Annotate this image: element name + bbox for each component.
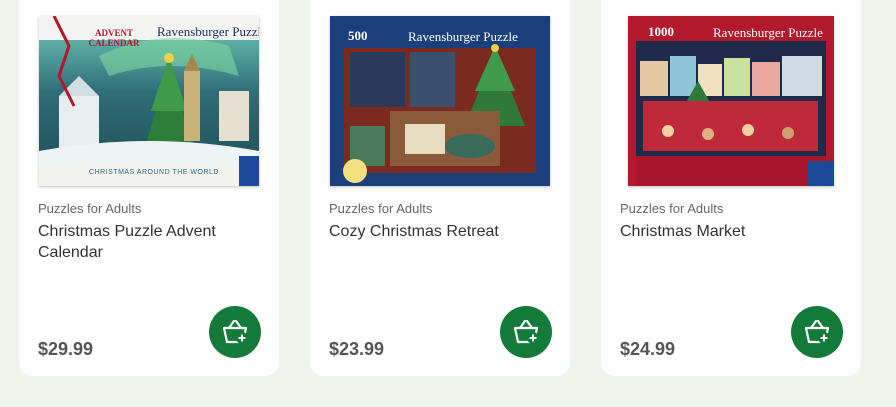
advent-scene-illustration [39, 16, 259, 186]
product-title[interactable]: Christmas Puzzle Advent Calendar [38, 221, 238, 263]
product-title[interactable]: Christmas Market [620, 221, 820, 242]
basket-add-icon [222, 319, 248, 344]
box-brand-label: Ravensburger Puzzle [408, 29, 518, 44]
advent-calendar-box-image: Ravensburger Puzzle ADVENT CALENDAR CHRI… [39, 16, 259, 186]
product-category: Puzzles for Adults [329, 201, 433, 216]
box-tag-label: ADVENT CALENDAR [88, 28, 140, 48]
basket-add-icon [513, 319, 539, 344]
product-price: $23.99 [329, 339, 385, 359]
add-to-cart-button[interactable] [209, 306, 261, 358]
add-to-cart-button[interactable] [500, 306, 552, 358]
market-scene-illustration [636, 41, 834, 186]
box-piece-count: 500 [348, 28, 368, 43]
product-price: $29.99 [38, 339, 94, 359]
product-image[interactable]: Ravensburger Puzzle ADVENT CALENDAR CHRI… [39, 16, 259, 186]
product-card[interactable]: 500 Ravensburger Puzzle Puzzles for Adul… [310, 0, 570, 376]
box-piece-count: 1000 [648, 24, 674, 39]
box-subtitle-label: CHRISTMAS AROUND THE WORLD [89, 169, 219, 176]
basket-add-icon [804, 319, 830, 344]
add-to-cart-button[interactable] [791, 306, 843, 358]
product-card[interactable]: Ravensburger Puzzle ADVENT CALENDAR CHRI… [19, 0, 279, 376]
product-price: $24.99 [620, 339, 676, 359]
product-title[interactable]: Cozy Christmas Retreat [329, 221, 529, 242]
product-image[interactable]: 500 Ravensburger Puzzle [330, 16, 550, 186]
product-category: Puzzles for Adults [38, 201, 142, 216]
box-brand-label: Ravensburger Puzzle [157, 24, 259, 39]
christmas-market-box-image: 1000 Ravensburger Puzzle [628, 16, 834, 186]
product-image[interactable]: 1000 Ravensburger Puzzle [621, 16, 841, 186]
cozy-retreat-box-image: 500 Ravensburger Puzzle [330, 16, 550, 186]
product-category: Puzzles for Adults [620, 201, 724, 216]
box-brand-label: Ravensburger Puzzle [713, 25, 823, 40]
product-card[interactable]: 1000 Ravensburger Puzzle Puzzles for Adu… [601, 0, 861, 376]
